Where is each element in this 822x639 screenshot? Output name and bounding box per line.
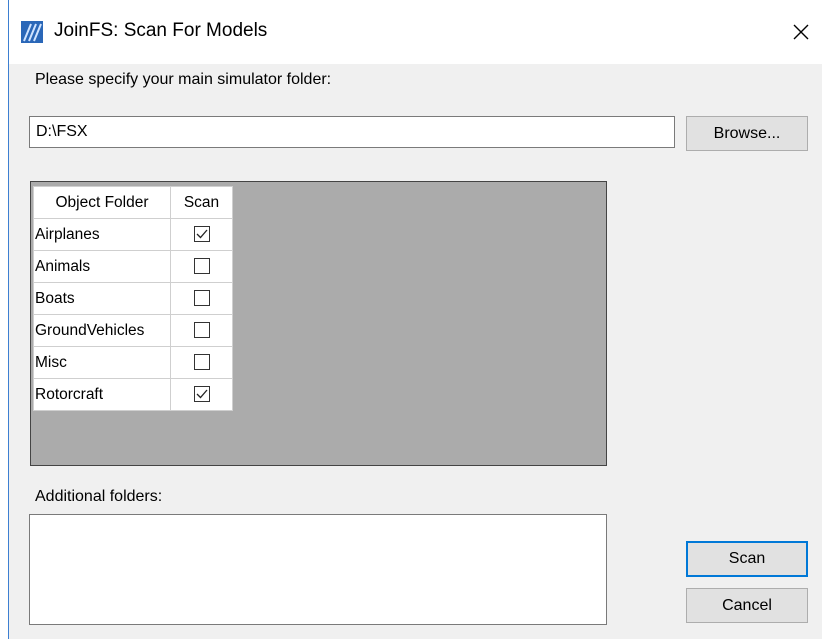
object-folder-cell[interactable]: Boats: [33, 282, 171, 315]
scan-cell: [170, 346, 233, 379]
scan-cell: [170, 314, 233, 347]
table-row[interactable]: Misc: [33, 346, 233, 379]
grid-header-row: Object Folder Scan: [33, 186, 233, 219]
object-folder-cell[interactable]: Rotorcraft: [33, 378, 171, 411]
simulator-folder-input[interactable]: [29, 116, 675, 148]
scan-button[interactable]: Scan: [686, 541, 808, 577]
checkmark-icon: [196, 229, 207, 239]
title-bar[interactable]: JoinFS: Scan For Models: [9, 0, 822, 64]
checkmark-icon: [196, 389, 207, 399]
object-folder-cell[interactable]: Airplanes: [33, 218, 171, 251]
column-header-scan[interactable]: Scan: [170, 186, 233, 219]
window-title: JoinFS: Scan For Models: [54, 20, 268, 41]
scan-checkbox[interactable]: [193, 354, 210, 371]
scan-cell: [170, 250, 233, 283]
scan-cell: [170, 378, 233, 411]
scan-checkbox[interactable]: [193, 258, 210, 275]
close-button[interactable]: [779, 10, 822, 54]
table-row[interactable]: Airplanes: [33, 218, 233, 251]
joinfs-app-icon: [21, 21, 43, 43]
table-row[interactable]: GroundVehicles: [33, 314, 233, 347]
object-folder-grid: Object Folder Scan Airplanes Animals Boats…: [30, 181, 607, 466]
scan-cell: [170, 218, 233, 251]
object-folder-cell[interactable]: GroundVehicles: [33, 314, 171, 347]
object-folder-cell[interactable]: Animals: [33, 250, 171, 283]
table-row[interactable]: Animals: [33, 250, 233, 283]
table-row[interactable]: Rotorcraft: [33, 378, 233, 411]
scan-checkbox[interactable]: [193, 226, 210, 243]
column-header-object-folder[interactable]: Object Folder: [33, 186, 171, 219]
object-folder-table: Object Folder Scan Airplanes Animals Boats…: [33, 186, 233, 411]
object-folder-cell[interactable]: Misc: [33, 346, 171, 379]
scan-cell: [170, 282, 233, 315]
additional-folders-label: Additional folders:: [35, 488, 163, 505]
browse-button[interactable]: Browse...: [686, 116, 808, 151]
main-folder-label: Please specify your main simulator folde…: [35, 71, 332, 88]
table-row[interactable]: Boats: [33, 282, 233, 315]
cancel-button[interactable]: Cancel: [686, 588, 808, 623]
scan-checkbox[interactable]: [193, 386, 210, 403]
close-icon: [793, 24, 809, 40]
additional-folders-list[interactable]: [29, 514, 607, 625]
scan-checkbox[interactable]: [193, 322, 210, 339]
scan-checkbox[interactable]: [193, 290, 210, 307]
